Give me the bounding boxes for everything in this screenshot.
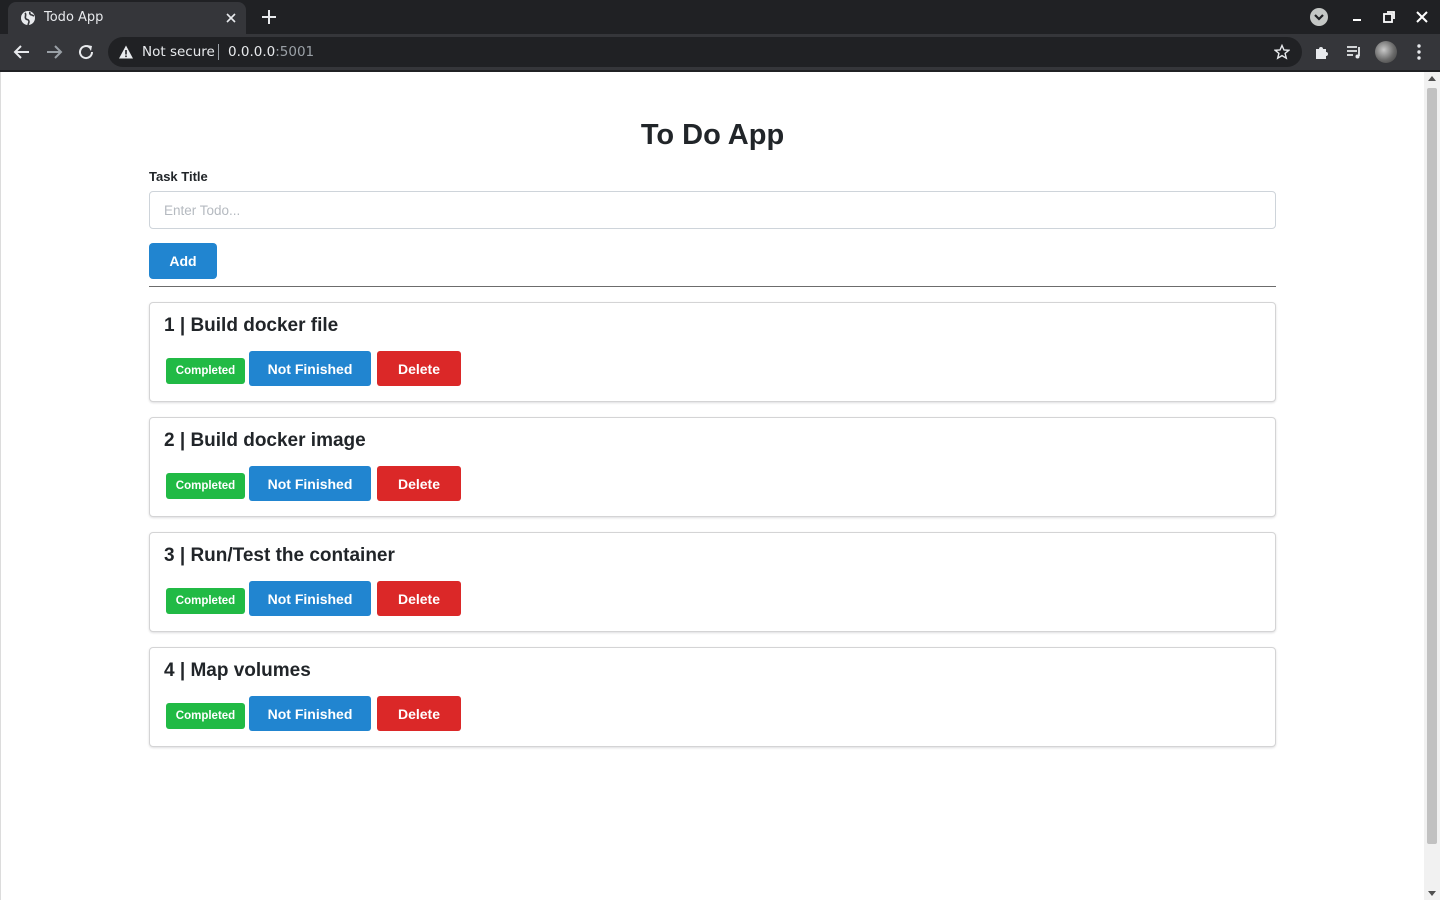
- browser-tab[interactable]: Todo App: [8, 2, 246, 34]
- puzzle-icon[interactable]: [1313, 43, 1331, 61]
- globe-icon: [21, 11, 35, 26]
- browser-tabstrip: Todo App: [0, 0, 1440, 34]
- status-badge: Completed: [166, 358, 245, 384]
- tab-search-icon[interactable]: [1309, 7, 1329, 27]
- url-port: :5001: [275, 44, 315, 60]
- avatar[interactable]: [1375, 41, 1397, 63]
- task-list: 1 | Build docker file Completed Not Fini…: [149, 302, 1276, 762]
- restore-icon[interactable]: [1382, 10, 1396, 24]
- delete-button[interactable]: Delete: [377, 696, 461, 731]
- todo-input[interactable]: [149, 191, 1276, 229]
- minimize-icon[interactable]: [1350, 10, 1364, 24]
- status-badge: Completed: [166, 473, 245, 499]
- scroll-thumb[interactable]: [1427, 88, 1437, 844]
- status-badge: Completed: [166, 588, 245, 614]
- not-finished-button[interactable]: Not Finished: [249, 351, 371, 386]
- task-card: 4 | Map volumes Completed Not Finished D…: [149, 647, 1276, 747]
- task-card: 3 | Run/Test the container Completed Not…: [149, 532, 1276, 632]
- star-icon[interactable]: [1274, 44, 1290, 60]
- address-separator: [218, 44, 219, 60]
- scroll-up-arrow-icon[interactable]: [1428, 76, 1436, 81]
- task-heading: 1 | Build docker file: [164, 315, 339, 336]
- url-text[interactable]: 0.0.0.0:5001: [228, 44, 314, 60]
- task-heading: 2 | Build docker image: [164, 430, 366, 451]
- close-icon[interactable]: [224, 11, 238, 25]
- add-button[interactable]: Add: [149, 243, 217, 279]
- page-title: To Do App: [640, 119, 785, 151]
- scroll-down-arrow-icon[interactable]: [1428, 891, 1436, 896]
- warning-icon[interactable]: [118, 44, 134, 60]
- not-finished-button[interactable]: Not Finished: [249, 696, 371, 731]
- plus-icon[interactable]: [260, 8, 278, 26]
- status-badge: Completed: [166, 703, 245, 729]
- scrollbar[interactable]: [1424, 72, 1440, 900]
- delete-button[interactable]: Delete: [377, 581, 461, 616]
- window-close-icon[interactable]: [1415, 10, 1429, 24]
- divider: [149, 286, 1276, 287]
- task-heading: 4 | Map volumes: [164, 660, 311, 681]
- task-title-label: Task Title: [149, 169, 208, 184]
- task-card: 1 | Build docker file Completed Not Fini…: [149, 302, 1276, 402]
- delete-button[interactable]: Delete: [377, 466, 461, 501]
- url-host: 0.0.0.0: [228, 44, 276, 60]
- not-finished-button[interactable]: Not Finished: [249, 466, 371, 501]
- arrow-right-icon[interactable]: [45, 43, 63, 61]
- tab-title: Todo App: [44, 10, 104, 25]
- browser-toolbar: Not secure 0.0.0.0:5001: [0, 34, 1440, 70]
- not-finished-button[interactable]: Not Finished: [249, 581, 371, 616]
- task-heading: 3 | Run/Test the container: [164, 545, 395, 566]
- address-bar[interactable]: Not secure 0.0.0.0:5001: [108, 37, 1302, 67]
- task-card: 2 | Build docker image Completed Not Fin…: [149, 417, 1276, 517]
- reload-icon[interactable]: [77, 43, 95, 61]
- media-queue-icon[interactable]: [1345, 43, 1363, 61]
- delete-button[interactable]: Delete: [377, 351, 461, 386]
- kebab-menu-icon[interactable]: [1410, 43, 1428, 61]
- arrow-left-icon[interactable]: [13, 43, 31, 61]
- security-label[interactable]: Not secure: [142, 44, 215, 60]
